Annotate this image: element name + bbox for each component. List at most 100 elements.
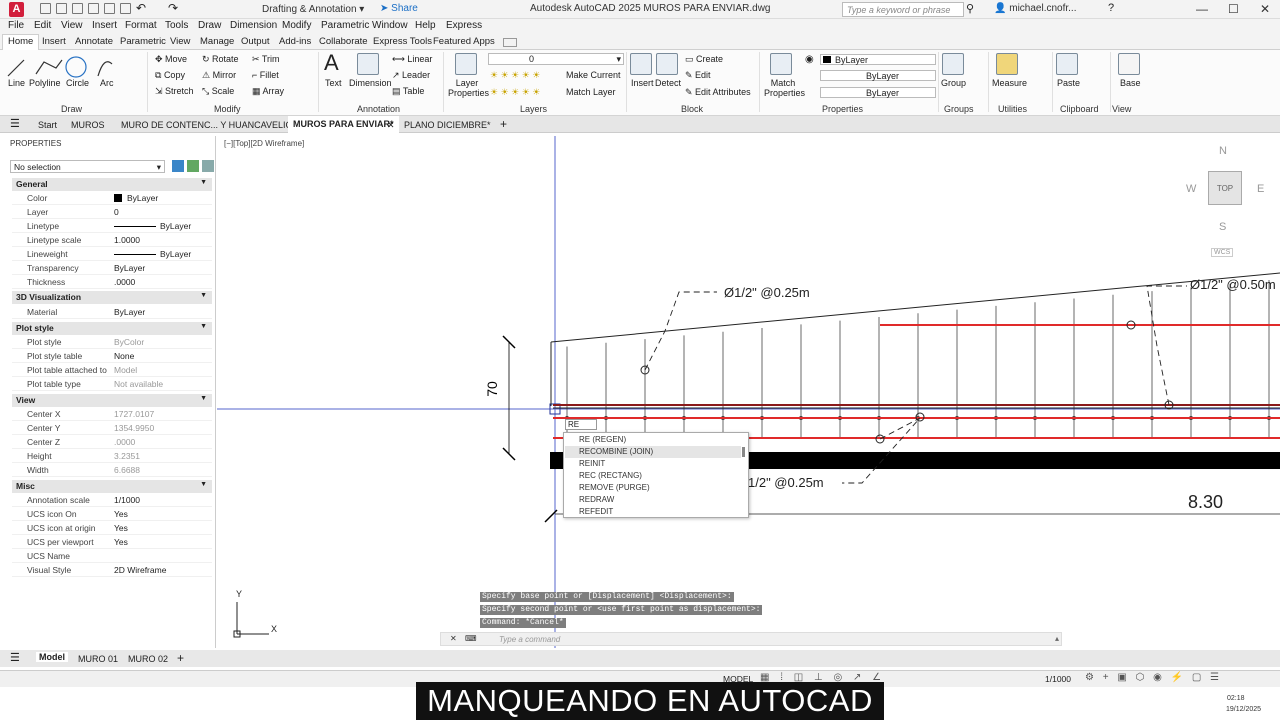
layer-tools-icons-2[interactable]: ☀ ☀ ☀ ☀ ☀: [490, 87, 540, 98]
autocomplete-item-highlighted[interactable]: RECOMBINE (JOIN): [565, 446, 741, 458]
ribbon-toggle-icon[interactable]: [503, 38, 517, 47]
web-save-icon[interactable]: [104, 3, 115, 14]
minimize-icon[interactable]: —: [1196, 2, 1208, 16]
menu-tools[interactable]: Tools: [165, 20, 188, 31]
move-button[interactable]: ✥ Move: [155, 54, 187, 65]
open-file-icon[interactable]: [56, 3, 67, 14]
add-layout-icon[interactable]: +: [177, 651, 184, 665]
linear-button[interactable]: ⟷ Linear: [392, 54, 432, 65]
prop-row[interactable]: Plot style ByColor: [12, 335, 212, 349]
prop-row[interactable]: Center Z .0000: [12, 435, 212, 449]
insert-block-icon[interactable]: [630, 53, 652, 75]
prop-row[interactable]: Transparency ByLayer: [12, 261, 212, 275]
prop-row[interactable]: Color ByLayer: [12, 191, 212, 205]
detect-icon[interactable]: [656, 53, 678, 75]
section-3d-visualization[interactable]: 3D Visualization ▼: [12, 291, 212, 304]
annotation-scale[interactable]: 1/1000: [1045, 674, 1071, 684]
draw-panel-title[interactable]: Draw: [61, 104, 82, 114]
lineweight-select[interactable]: ByLayer: [820, 87, 936, 98]
command-history-toggle-icon[interactable]: ▴: [1055, 634, 1059, 643]
view-panel-title[interactable]: View: [1112, 104, 1131, 114]
layers-panel-title[interactable]: Layers: [520, 104, 547, 114]
prop-row[interactable]: Height 3.2351: [12, 449, 212, 463]
compass-e[interactable]: E: [1257, 183, 1264, 195]
prop-row[interactable]: Linetype scale 1.0000: [12, 233, 212, 247]
group-button[interactable]: Group: [941, 78, 966, 88]
circle-button[interactable]: Circle: [66, 78, 89, 88]
help-icon[interactable]: ?: [1108, 2, 1114, 14]
utilities-panel-title[interactable]: Utilities: [998, 104, 1027, 114]
close-tab-icon[interactable]: ✕: [387, 120, 395, 131]
scale-button[interactable]: ⤡ Scale: [202, 86, 234, 97]
prop-row[interactable]: UCS icon On Yes: [12, 507, 212, 521]
paste-button[interactable]: Paste: [1057, 78, 1080, 88]
menu-edit[interactable]: Edit: [34, 20, 51, 31]
autocomplete-item[interactable]: RE (REGEN): [579, 434, 626, 446]
compass-w[interactable]: W: [1186, 183, 1196, 195]
arc-button[interactable]: Arc: [100, 78, 114, 88]
prop-row[interactable]: UCS Name: [12, 549, 212, 563]
menu-format[interactable]: Format: [125, 20, 157, 31]
tab-output[interactable]: Output: [241, 36, 270, 47]
command-input[interactable]: Type a command: [499, 635, 560, 644]
save-as-icon[interactable]: [88, 3, 99, 14]
viewcube[interactable]: N W E S TOP WCS: [1181, 145, 1264, 257]
wcs-menu[interactable]: WCS: [1211, 248, 1234, 257]
menu-icon[interactable]: ☰: [10, 117, 20, 130]
create-block-button[interactable]: ▭ Create: [685, 54, 723, 65]
command-dynamic-input[interactable]: RE: [565, 419, 597, 430]
section-general[interactable]: General ▼: [12, 178, 212, 191]
prop-row[interactable]: Plot table type Not available: [12, 377, 212, 391]
save-icon[interactable]: [72, 3, 83, 14]
menu-window[interactable]: Window: [372, 20, 408, 31]
menu-file[interactable]: File: [8, 20, 24, 31]
redo-icon[interactable]: ↷: [168, 1, 178, 15]
layer-properties-icon[interactable]: [455, 53, 477, 75]
measure-button[interactable]: Measure: [992, 78, 1027, 88]
fillet-button[interactable]: ⌐ Fillet: [252, 70, 279, 80]
base-button[interactable]: Base: [1120, 78, 1141, 88]
quick-select-icon[interactable]: [172, 160, 184, 172]
menu-help[interactable]: Help: [415, 20, 436, 31]
make-current-button[interactable]: Make Current: [566, 70, 621, 80]
user-account[interactable]: 👤 michael.cnofr...: [994, 3, 1077, 14]
menu-parametric[interactable]: Parametric: [321, 20, 369, 31]
line-button[interactable]: Line: [8, 78, 25, 88]
prop-row[interactable]: Linetype ByLayer: [12, 219, 212, 233]
plot-icon[interactable]: [120, 3, 131, 14]
toggle-pickadd-icon[interactable]: [202, 160, 214, 172]
tab-home[interactable]: Home: [2, 34, 40, 50]
prop-row[interactable]: Lineweight ByLayer: [12, 247, 212, 261]
prop-row[interactable]: Visual Style 2D Wireframe: [12, 563, 212, 577]
tab-insert[interactable]: Insert: [42, 36, 66, 47]
share-button[interactable]: ➤ Share: [380, 3, 418, 14]
status-tools-icons[interactable]: ⚙ + ▣ ⬡ ◉ ⚡ ▢ ☰: [1085, 672, 1222, 683]
measure-icon[interactable]: [996, 53, 1018, 75]
properties-panel-title[interactable]: Properties: [822, 104, 863, 114]
polyline-button[interactable]: Polyline: [29, 78, 61, 88]
prop-row[interactable]: Annotation scale 1/1000: [12, 493, 212, 507]
autocad-logo-icon[interactable]: A: [9, 2, 24, 17]
maximize-icon[interactable]: ☐: [1228, 2, 1239, 16]
autocomplete-scrollbar[interactable]: [742, 447, 745, 457]
copy-button[interactable]: ⧉ Copy: [155, 70, 185, 81]
prop-row[interactable]: Center Y 1354.9950: [12, 421, 212, 435]
layout-menu-icon[interactable]: ☰: [10, 651, 20, 664]
menu-view[interactable]: View: [61, 20, 83, 31]
trim-button[interactable]: ✂ Trim: [252, 54, 280, 65]
prop-row[interactable]: Material ByLayer: [12, 305, 212, 319]
dimension-button[interactable]: Dimension: [349, 78, 392, 88]
clipboard-panel-title[interactable]: Clipboard: [1060, 104, 1099, 114]
edit-attributes-button[interactable]: ✎ Edit Attributes: [685, 87, 751, 98]
selection-select[interactable]: No selection ▾: [10, 160, 165, 173]
file-tab-plano-diciembre[interactable]: PLANO DICIEMBRE*: [404, 120, 491, 130]
layout-tab-muro-02[interactable]: MURO 02: [128, 654, 168, 664]
close-icon[interactable]: ✕: [1260, 2, 1270, 16]
match-layer-button[interactable]: Match Layer: [566, 87, 616, 97]
table-button[interactable]: ▤ Table: [392, 86, 424, 97]
layout-tab-model[interactable]: Model: [36, 652, 68, 662]
new-file-icon[interactable]: [40, 3, 51, 14]
text-icon[interactable]: A: [324, 50, 339, 76]
section-plot-style[interactable]: Plot style ▼: [12, 322, 212, 335]
paste-icon[interactable]: [1056, 53, 1078, 75]
